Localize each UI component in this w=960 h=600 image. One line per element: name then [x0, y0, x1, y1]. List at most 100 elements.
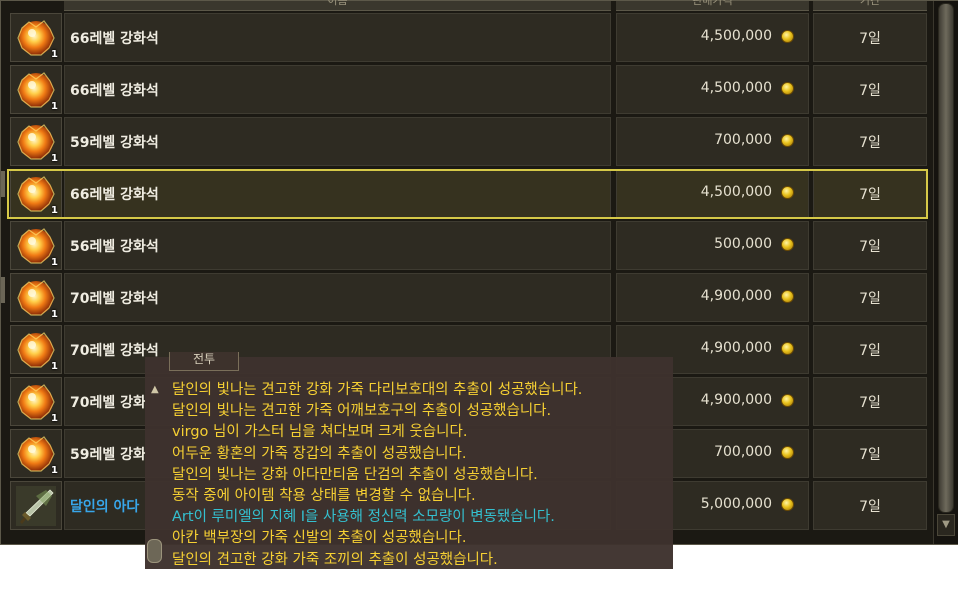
scrollbar-thumb[interactable]: [938, 3, 954, 513]
item-price-cell: 4,500,000: [616, 13, 809, 62]
item-duration: 7일: [859, 135, 881, 151]
chat-message: 어두운 황혼의 가죽 장갑의 추출이 성공했습니다.: [172, 445, 467, 462]
item-duration-cell: 7일: [813, 429, 927, 478]
item-price: 4,500,000: [700, 28, 772, 44]
gold-coin-icon: [781, 498, 794, 511]
gold-coin-icon: [781, 186, 794, 199]
item-name: 66레벨 강화석: [70, 187, 159, 203]
item-name-cell: 66레벨 강화석: [64, 13, 611, 62]
enhancement-stone-icon[interactable]: 1: [10, 273, 62, 322]
enhancement-stone-icon[interactable]: 1: [10, 325, 62, 374]
item-name: 56레벨 강화석: [70, 239, 159, 255]
chat-message: virgo 님이 가스터 님을 쳐다보며 크게 웃습니다.: [172, 424, 468, 441]
item-price-cell: 500,000: [616, 221, 809, 270]
column-header-duration[interactable]: 기간: [813, 0, 927, 11]
item-quantity: 1: [51, 257, 58, 268]
item-name: 달인의 아다: [70, 499, 140, 515]
list-scrollbar[interactable]: ▼: [933, 1, 958, 544]
item-duration: 7일: [859, 499, 881, 515]
column-header-price[interactable]: 판매가격: [616, 0, 809, 11]
item-price-cell: 4,900,000: [616, 273, 809, 322]
enhancement-stone-icon[interactable]: 1: [10, 221, 62, 270]
item-duration-cell: 7일: [813, 481, 927, 530]
item-row[interactable]: 1 56레벨 강화석 500,000 7일: [1, 220, 931, 271]
item-price: 5,000,000: [700, 496, 772, 512]
enhancement-stone-icon[interactable]: 1: [10, 429, 62, 478]
item-name: 59레벨 강화: [70, 447, 146, 463]
item-name-cell: 66레벨 강화석: [64, 169, 611, 218]
chat-message: 아칸 백부장의 가죽 신발의 추출이 성공했습니다.: [172, 530, 467, 547]
item-price-cell: 700,000: [616, 117, 809, 166]
chat-tab-combat[interactable]: 전투: [169, 352, 239, 371]
gold-coin-icon: [781, 30, 794, 43]
item-duration: 7일: [859, 83, 881, 99]
item-quantity: 1: [51, 101, 58, 112]
item-price: 700,000: [714, 132, 772, 148]
column-header-duration-label: 기간: [859, 0, 881, 7]
item-duration-cell: 7일: [813, 117, 927, 166]
item-name: 66레벨 강화석: [70, 83, 159, 99]
item-duration-cell: 7일: [813, 13, 927, 62]
item-name-cell: 59레벨 강화석: [64, 117, 611, 166]
enhancement-stone-icon[interactable]: 1: [10, 13, 62, 62]
chat-scroll-knob[interactable]: [147, 539, 162, 563]
item-duration-cell: 7일: [813, 377, 927, 426]
gold-coin-icon: [781, 238, 794, 251]
item-name-cell: 66레벨 강화석: [64, 65, 611, 114]
item-quantity: 1: [51, 361, 58, 372]
item-duration-cell: 7일: [813, 169, 927, 218]
item-duration-cell: 7일: [813, 221, 927, 270]
item-quantity: 1: [51, 49, 58, 60]
item-duration: 7일: [859, 239, 881, 255]
item-name: 70레벨 강화석: [70, 291, 159, 307]
item-price: 4,900,000: [700, 392, 772, 408]
gold-coin-icon: [781, 446, 794, 459]
chat-message: 달인의 빛나는 견고한 가죽 어깨보호구의 추출이 성공했습니다.: [172, 403, 552, 420]
item-row[interactable]: 1 66레벨 강화석 4,500,000 7일: [1, 12, 931, 63]
gold-coin-icon: [781, 290, 794, 303]
item-price-cell: 4,500,000: [616, 169, 809, 218]
item-price: 4,500,000: [700, 80, 772, 96]
column-header-price-label: 판매가격: [692, 0, 733, 7]
enhancement-stone-icon[interactable]: 1: [10, 65, 62, 114]
item-duration: 7일: [859, 395, 881, 411]
item-name-cell: 70레벨 강화석: [64, 273, 611, 322]
item-duration: 7일: [859, 343, 881, 359]
chat-message: 달인의 빛나는 견고한 강화 가죽 다리보호대의 추출이 성공했습니다.: [172, 382, 583, 398]
item-duration-cell: 7일: [813, 325, 927, 374]
enhancement-stone-icon[interactable]: 1: [10, 169, 62, 218]
item-quantity: 1: [51, 153, 58, 164]
item-name: 59레벨 강화석: [70, 135, 159, 151]
gold-coin-icon: [781, 82, 794, 95]
item-quantity: 1: [51, 413, 58, 424]
item-row[interactable]: 1 66레벨 강화석 4,500,000 7일: [1, 64, 931, 115]
column-header-name-label: 이름: [327, 0, 348, 7]
item-duration-cell: 7일: [813, 273, 927, 322]
chat-message: 달인의 빛나는 강화 아다만티움 단검의 추출이 성공했습니다.: [172, 466, 538, 483]
item-price: 700,000: [714, 444, 772, 460]
item-row[interactable]: 1 59레벨 강화석 700,000 7일: [1, 116, 931, 167]
dagger-icon[interactable]: [10, 481, 62, 530]
scroll-down-arrow-icon[interactable]: ▼: [937, 514, 955, 536]
gold-coin-icon: [781, 342, 794, 355]
item-quantity: 1: [51, 309, 58, 320]
item-row[interactable]: 1 70레벨 강화석 4,900,000 7일: [1, 272, 931, 323]
enhancement-stone-icon[interactable]: 1: [10, 377, 62, 426]
item-price: 4,500,000: [700, 184, 772, 200]
item-duration: 7일: [859, 447, 881, 463]
item-row[interactable]: 1 66레벨 강화석 4,500,000 7일: [1, 168, 931, 219]
chat-message: 동작 중에 아이템 착용 상태를 변경할 수 없습니다.: [172, 488, 476, 504]
item-name-cell: 56레벨 강화석: [64, 221, 611, 270]
item-name: 66레벨 강화석: [70, 31, 159, 47]
item-price: 4,900,000: [700, 340, 772, 356]
chat-message: Art이 루미엘의 지혜 I을 사용해 정신력 소모량이 변동됐습니다.: [172, 509, 555, 526]
combat-chat-window: 전투 ▲ 달인의 빛나는 견고한 강화 가죽 다리보호대의 추출이 성공했습니다…: [145, 352, 673, 569]
chat-scroll-up-icon[interactable]: ▲: [151, 384, 159, 395]
item-price: 500,000: [714, 236, 772, 252]
item-duration: 7일: [859, 187, 881, 203]
gold-coin-icon: [781, 134, 794, 147]
column-header-name[interactable]: 이름: [64, 0, 611, 11]
item-duration: 7일: [859, 291, 881, 307]
enhancement-stone-icon[interactable]: 1: [10, 117, 62, 166]
item-price: 4,900,000: [700, 288, 772, 304]
